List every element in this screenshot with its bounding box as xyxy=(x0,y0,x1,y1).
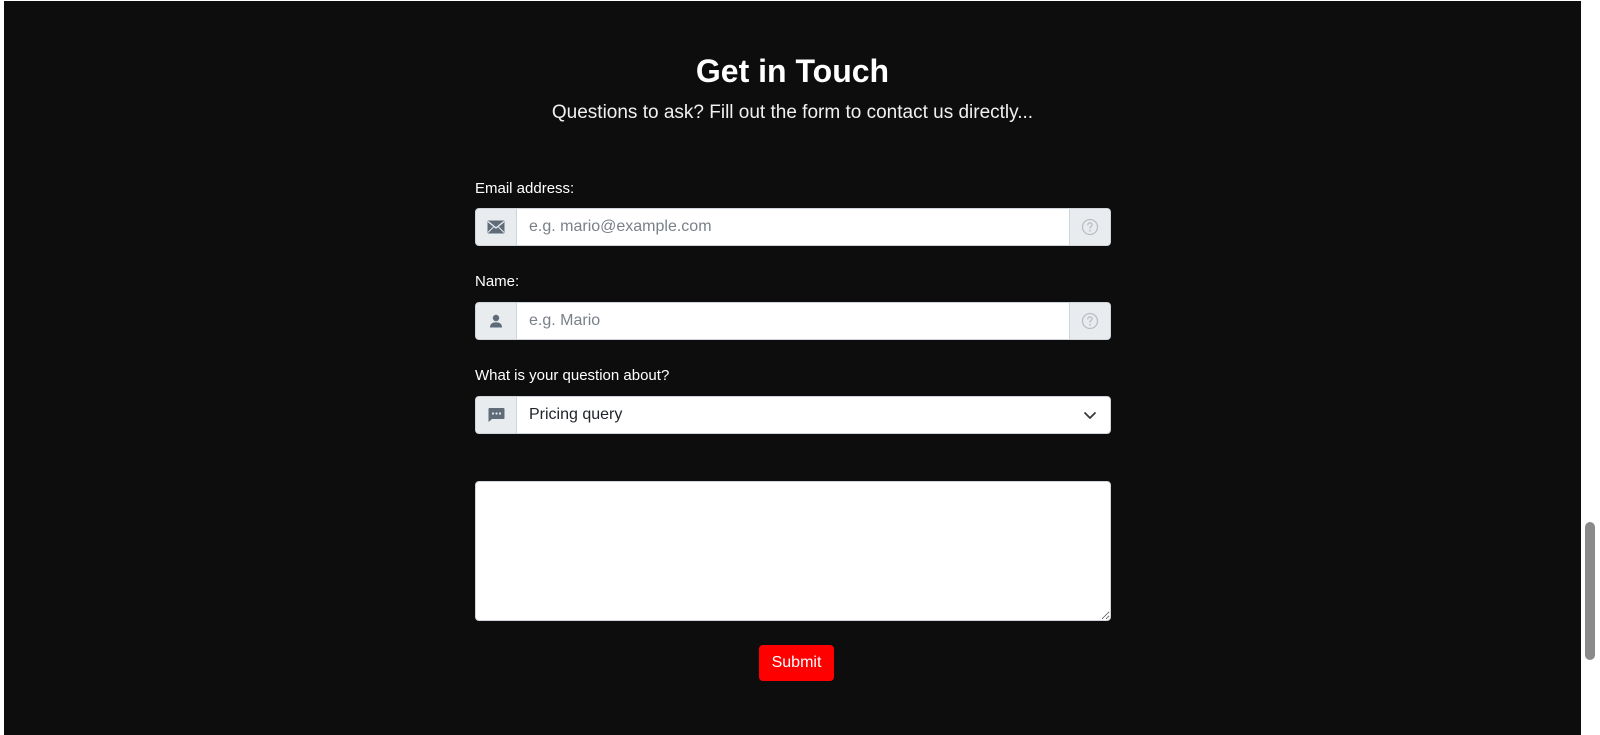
email-input-group xyxy=(475,208,1111,246)
email-field[interactable] xyxy=(517,209,1069,245)
topic-select[interactable]: Pricing query xyxy=(517,397,1110,433)
question-circle-icon[interactable] xyxy=(1069,209,1110,245)
scrollbar[interactable] xyxy=(1581,0,1600,735)
chevron-down-icon xyxy=(1084,412,1096,419)
page-viewport: Get in Touch Questions to ask? Fill out … xyxy=(4,1,1581,735)
topic-selected-value: Pricing query xyxy=(529,406,623,423)
topic-label: What is your question about? xyxy=(475,367,670,384)
submit-button[interactable]: Submit xyxy=(759,645,834,681)
scrollbar-thumb[interactable] xyxy=(1585,522,1595,660)
chat-dots-icon xyxy=(476,397,517,433)
envelope-icon xyxy=(476,209,517,245)
page-title: Get in Touch xyxy=(695,53,890,89)
email-label: Email address: xyxy=(475,180,575,197)
name-label: Name: xyxy=(475,273,520,290)
name-input-group xyxy=(475,302,1111,340)
question-circle-icon[interactable] xyxy=(1069,303,1110,339)
page-subtitle: Questions to ask? Fill out the form to c… xyxy=(551,102,1034,123)
name-field[interactable] xyxy=(517,303,1069,339)
message-textarea[interactable] xyxy=(475,481,1111,621)
person-icon xyxy=(476,303,517,339)
topic-input-group: Pricing query xyxy=(475,396,1111,434)
